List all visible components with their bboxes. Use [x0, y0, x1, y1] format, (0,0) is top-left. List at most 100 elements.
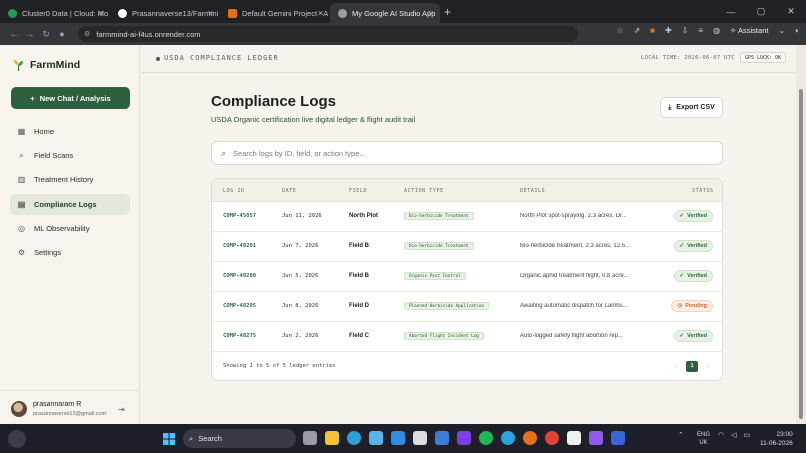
- log-id[interactable]: COMP-48291: [223, 243, 256, 249]
- task-view-icon[interactable]: [303, 431, 317, 445]
- sidebar-item-label: Settings: [34, 247, 62, 257]
- close-icon[interactable]: ✕: [97, 9, 104, 18]
- language-indicator[interactable]: ENG UK: [697, 431, 710, 447]
- windows-start-icon[interactable]: [163, 433, 175, 445]
- sidebar-item-compliance-logs[interactable]: ▤ Compliance Logs: [10, 193, 130, 215]
- taskbar-search[interactable]: ⌕ Search: [183, 429, 296, 448]
- chevron-left-icon[interactable]: ‹: [675, 364, 677, 370]
- obsidian-icon[interactable]: [589, 431, 603, 445]
- clock[interactable]: 23:00 11-06-2026: [760, 430, 793, 448]
- log-date: Jun 7, 2026: [282, 243, 319, 249]
- action-type-tag: Bio-herbicide Treatment: [404, 212, 474, 220]
- new-chat-button[interactable]: + New Chat / Analysis: [11, 87, 130, 109]
- lang-secondary: UK: [699, 440, 708, 446]
- page-scrollbar[interactable]: [796, 45, 806, 424]
- bookmark-star-icon[interactable]: ☆: [616, 26, 623, 35]
- search-icon: ⌕: [189, 433, 194, 443]
- mongodb-leaf-icon: [8, 8, 17, 18]
- sidebar-item-home[interactable]: ▦ Home: [10, 121, 130, 142]
- close-icon[interactable]: ✕: [317, 9, 324, 18]
- scrollbar-thumb[interactable]: [799, 89, 803, 419]
- close-icon[interactable]: ✕: [207, 9, 214, 18]
- check-circle-icon: ✓: [679, 273, 685, 279]
- battery-icon[interactable]: ▭: [744, 431, 751, 439]
- table-row[interactable]: COMP-48275 Jun 2, 2026 Field C Aborted F…: [212, 322, 722, 352]
- address-bar: ← → ↻ ● ⚙ farmmind-ai-f4us.onrender.com …: [0, 23, 806, 45]
- page-button[interactable]: 1: [686, 361, 698, 372]
- table-row[interactable]: COMP-48280 Jun 5, 2026 Field B Organic P…: [212, 262, 722, 292]
- search-input[interactable]: [233, 148, 694, 158]
- reading-list-icon[interactable]: ≡: [698, 26, 703, 35]
- burst-app-icon[interactable]: [523, 431, 537, 445]
- avatar[interactable]: [11, 401, 27, 417]
- log-id[interactable]: COMP-48280: [223, 273, 256, 279]
- extensions-icon[interactable]: ✚: [665, 26, 672, 35]
- reload-icon[interactable]: ↻: [38, 29, 54, 40]
- capcut-icon[interactable]: [567, 431, 581, 445]
- minimize-icon[interactable]: —: [716, 7, 746, 17]
- ledger-title: USDA COMPLIANCE LEDGER: [164, 54, 279, 62]
- sidebar-item-ml-observability[interactable]: ◎ ML Observability: [10, 218, 130, 239]
- log-field: Field B: [349, 243, 370, 249]
- site-info-icon[interactable]: ⚙: [84, 30, 90, 38]
- table-row[interactable]: COMP-48295 Jun 8, 2026 Field D Planned H…: [212, 292, 722, 322]
- assistant-button[interactable]: ✧ Assistant: [730, 26, 768, 35]
- widgets-icon[interactable]: [8, 430, 26, 448]
- terminal-icon[interactable]: [611, 431, 625, 445]
- logout-icon[interactable]: ⇥: [118, 405, 125, 414]
- table-row[interactable]: COMP-45057 Jun 11, 2026 North Plot Bio-h…: [212, 202, 722, 232]
- browser-tab-2[interactable]: Prasannaverse13/Farmmi ✕: [110, 3, 220, 23]
- sidebar-item-treatment-history[interactable]: ▥ Treatment History: [10, 169, 130, 190]
- sidebar-item-field-scans[interactable]: ⌕ Field Scans: [10, 145, 130, 166]
- browser-tab-label: Cluster0 Data | Cloud: Mo: [22, 8, 109, 18]
- extension-fox-icon[interactable]: ■: [650, 26, 655, 35]
- status-label: Verified: [687, 243, 707, 249]
- chevron-right-icon[interactable]: ›: [707, 364, 709, 370]
- status-label: Verified: [687, 213, 707, 219]
- video-app-icon[interactable]: [457, 431, 471, 445]
- browser-tab-3[interactable]: Default Gemini Project - A ✕: [220, 3, 330, 23]
- action-type-tag: Organic Pest Control: [404, 272, 466, 280]
- file-explorer-icon[interactable]: [325, 431, 339, 445]
- search-icon: ⌕: [19, 151, 24, 161]
- microphone-icon[interactable]: ●: [54, 29, 70, 39]
- wifi-icon[interactable]: ◠: [718, 431, 724, 439]
- telegram-icon[interactable]: [501, 431, 515, 445]
- spotify-icon[interactable]: [479, 431, 493, 445]
- table-row[interactable]: COMP-48291 Jun 7, 2026 Field B Bio-herbi…: [212, 232, 722, 262]
- log-id[interactable]: COMP-48295: [223, 303, 256, 309]
- brand[interactable]: FarmMind: [13, 59, 80, 71]
- volume-icon[interactable]: ◁: [731, 431, 736, 439]
- close-window-icon[interactable]: ✕: [776, 6, 806, 17]
- notepad-icon[interactable]: [369, 431, 383, 445]
- url-input[interactable]: ⚙ farmmind-ai-f4us.onrender.com: [78, 26, 578, 42]
- vscode-icon[interactable]: [391, 431, 405, 445]
- chevron-down-icon[interactable]: ⌄: [778, 26, 785, 35]
- download-icon[interactable]: ⇩: [682, 26, 689, 35]
- calendar-icon[interactable]: [413, 431, 427, 445]
- sidebar-item-settings[interactable]: ⚙ Settings: [10, 242, 130, 263]
- chrome-icon[interactable]: [435, 431, 449, 445]
- forward-icon[interactable]: →: [22, 29, 38, 39]
- browser-tab-4[interactable]: My Google AI Studio App ✕: [330, 3, 440, 23]
- close-icon[interactable]: ✕: [427, 9, 434, 18]
- chevron-up-icon[interactable]: ⌃: [678, 431, 684, 439]
- chrome-alt-icon[interactable]: [545, 431, 559, 445]
- share-icon[interactable]: ⇗: [633, 26, 640, 35]
- export-csv-button[interactable]: ⤓ Export CSV: [660, 97, 723, 118]
- new-chat-label: New Chat / Analysis: [39, 93, 111, 103]
- status-dot-icon: [156, 57, 160, 61]
- log-id[interactable]: COMP-48275: [223, 333, 256, 339]
- bar-chart-icon: ▥: [17, 175, 26, 185]
- profile-icon[interactable]: ◐: [795, 26, 800, 35]
- back-icon[interactable]: ←: [6, 29, 22, 39]
- new-tab-icon[interactable]: +: [444, 5, 451, 19]
- taskbar: ⌕ Search ⌃ ENG UK ◠ ◁ ▭ 23:00 11-06-2026: [0, 424, 806, 453]
- voice-icon[interactable]: ◍: [713, 26, 720, 35]
- edge-icon[interactable]: [347, 431, 361, 445]
- browser-tab-1[interactable]: Cluster0 Data | Cloud: Mo ✕: [0, 3, 110, 23]
- status-badge: ✓ Verified: [673, 330, 713, 342]
- check-circle-icon: ✓: [679, 213, 685, 219]
- maximize-icon[interactable]: ▢: [746, 6, 776, 17]
- log-id[interactable]: COMP-45057: [223, 213, 256, 219]
